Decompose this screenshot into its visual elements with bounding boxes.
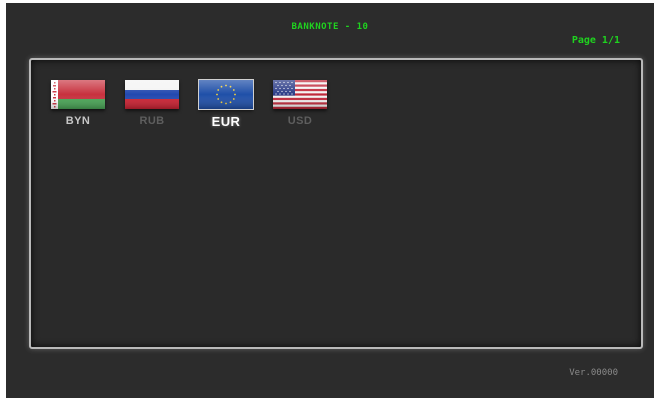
currency-label-rub: RUB (139, 115, 165, 127)
version-label: Ver.00000 (569, 368, 618, 378)
belarus-flag-icon (51, 80, 105, 109)
currency-item-usd[interactable]: USD (271, 80, 329, 127)
currency-panel: BYN RUB EUR USD (29, 58, 643, 349)
russia-flag-icon (125, 80, 179, 109)
usa-flag-icon (273, 80, 327, 109)
currency-item-eur[interactable]: EUR (197, 79, 255, 129)
banknote-screen: BANKNOTE - 10 Page 1/1 BYN RUB EUR USD V… (6, 3, 654, 398)
currency-item-byn[interactable]: BYN (49, 80, 107, 127)
currency-item-rub[interactable]: RUB (123, 80, 181, 127)
screen-title: BANKNOTE - 10 (291, 22, 369, 32)
currency-label-eur: EUR (211, 114, 241, 129)
currency-label-byn: BYN (65, 115, 91, 127)
page-indicator: Page 1/1 (571, 35, 620, 46)
currency-label-usd: USD (287, 115, 313, 127)
eu-flag-icon (198, 79, 254, 110)
